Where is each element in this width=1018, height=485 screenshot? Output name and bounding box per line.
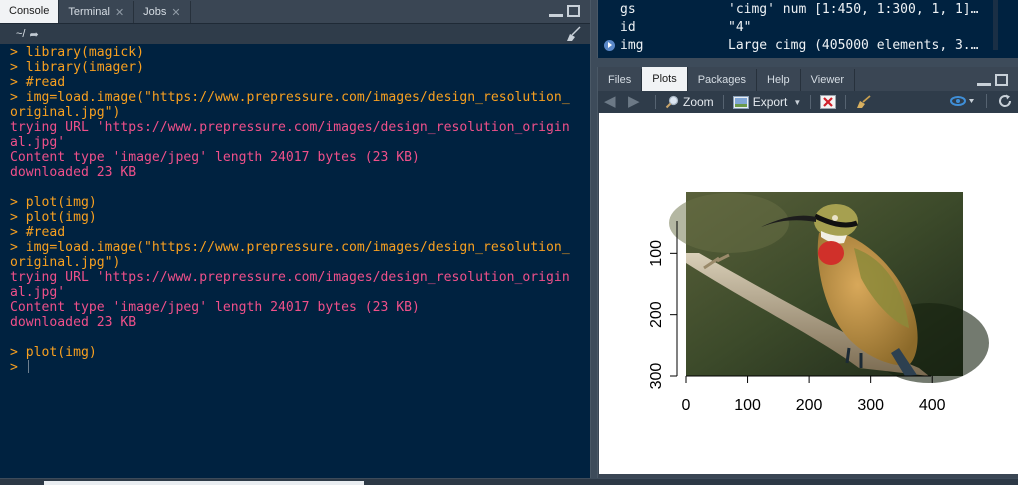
- export-label: Export: [752, 95, 788, 109]
- console-output[interactable]: > library(magick) > library(imager) > #rea…: [0, 44, 590, 375]
- minimize-icon[interactable]: [977, 74, 991, 86]
- x-tick-label: 200: [796, 397, 823, 414]
- tab-label: Files: [608, 74, 632, 86]
- plot-svg: 0 100 200 300 400 100 200 300: [648, 192, 989, 414]
- tab-console[interactable]: Console: [0, 0, 60, 23]
- plotted-image: [669, 192, 989, 383]
- back-arrow-icon[interactable]: ◀: [604, 94, 622, 109]
- console-output-line: downloaded 23 KB: [10, 315, 137, 330]
- y-tick-label: 200: [648, 301, 665, 328]
- status-strip: [0, 479, 1018, 485]
- status-strip-highlight: [44, 481, 364, 485]
- console-output-line: al.jpg': [10, 285, 66, 300]
- environment-pane: gs 'cimg' num [1:450, 1:300, 1, 1]… id "…: [597, 0, 1018, 58]
- minimize-icon[interactable]: [549, 5, 563, 17]
- clear-all-plots-icon[interactable]: [855, 95, 871, 109]
- console-output-line: downloaded 23 KB: [10, 165, 137, 180]
- y-axis-ticks: 100 200 300: [648, 240, 677, 389]
- x-tick-label: 300: [857, 397, 884, 414]
- console-output-line: Content type 'image/jpeg' length 24017 b…: [10, 150, 420, 165]
- tab-label: Packages: [697, 74, 747, 86]
- console-output-line: trying URL 'https://www.prepressure.com/…: [10, 120, 570, 135]
- console-output-line: al.jpg': [10, 135, 66, 150]
- tab-label: Plots: [652, 73, 677, 85]
- rstudio-window: Console Terminal ✕ Jobs ✕ ~/ ➦ > library…: [0, 0, 1018, 485]
- console-input-line: > library(magick): [10, 45, 145, 60]
- expand-icon[interactable]: [603, 39, 615, 51]
- tab-label: Console: [9, 5, 50, 17]
- console-output-line: Content type 'image/jpeg' length 24017 b…: [10, 300, 420, 315]
- text-cursor: [27, 360, 29, 373]
- env-var-value: 'cimg' num [1:450, 1:300, 1, 1]…: [728, 1, 979, 17]
- tab-label: Jobs: [143, 6, 167, 18]
- plot-viewer: 0 100 200 300 400 100 200 300: [599, 113, 1018, 474]
- y-tick-label: 300: [648, 363, 665, 390]
- x-tick-label: 0: [682, 397, 691, 414]
- image-icon: [732, 95, 749, 109]
- console-input-line: original.jpg"): [10, 255, 121, 270]
- tab-label: Viewer: [810, 74, 845, 86]
- magnifier-icon: [665, 95, 679, 109]
- close-icon[interactable]: ✕: [171, 6, 180, 19]
- tab-label: Terminal: [68, 6, 110, 18]
- env-row-img[interactable]: img Large cimg (405000 elements, 3.…: [598, 36, 1018, 54]
- console-pane: Console Terminal ✕ Jobs ✕ ~/ ➦ > library…: [0, 0, 591, 478]
- env-var-name: id: [620, 19, 636, 35]
- tab-jobs[interactable]: Jobs ✕: [134, 1, 191, 23]
- tab-packages[interactable]: Packages: [688, 69, 758, 91]
- tab-help[interactable]: Help: [757, 69, 801, 91]
- console-input-line: > plot(img): [10, 195, 97, 210]
- console-input-line: > plot(img): [10, 345, 97, 360]
- tab-viewer[interactable]: Viewer: [801, 69, 856, 91]
- console-input-line: > #read: [10, 75, 66, 90]
- x-tick-label: 400: [919, 397, 946, 414]
- console-tabbar: Console Terminal ✕ Jobs ✕: [0, 0, 590, 24]
- pane-controls: [977, 74, 1008, 86]
- maximize-icon[interactable]: [567, 5, 580, 17]
- chevron-down-icon: ▼: [793, 97, 802, 107]
- console-input-line: > library(imager): [10, 60, 145, 75]
- y-tick-label: 100: [648, 240, 665, 267]
- export-button[interactable]: Export ▼: [732, 95, 802, 109]
- working-directory-bar: ~/ ➦: [0, 24, 590, 44]
- console-input-line: > plot(img): [10, 210, 97, 225]
- working-directory-path: ~/: [16, 28, 26, 40]
- clear-console-icon[interactable]: [564, 26, 582, 42]
- env-var-value: "4": [728, 19, 752, 35]
- env-row-id[interactable]: id "4": [598, 18, 1018, 36]
- env-var-value: Large cimg (405000 elements, 3.…: [728, 37, 979, 53]
- env-var-name: gs: [620, 1, 636, 17]
- maximize-icon[interactable]: [995, 74, 1008, 86]
- remove-plot-icon[interactable]: [820, 95, 837, 109]
- go-to-directory-icon[interactable]: ➦: [29, 28, 38, 41]
- forward-arrow-icon[interactable]: ▶: [628, 94, 646, 109]
- env-var-name: img: [620, 37, 644, 53]
- pane-controls: [549, 5, 580, 17]
- console-prompt[interactable]: >: [10, 360, 590, 375]
- tab-plots[interactable]: Plots: [642, 67, 688, 91]
- console-input-line: > img=load.image("https://www.prepressur…: [10, 90, 570, 105]
- prompt-symbol: >: [10, 360, 18, 375]
- close-icon[interactable]: ✕: [115, 6, 124, 19]
- x-tick-label: 100: [734, 397, 761, 414]
- console-output-line: trying URL 'https://www.prepressure.com/…: [10, 270, 570, 285]
- env-scrollbar[interactable]: [993, 0, 998, 50]
- console-input-line: > img=load.image("https://www.prepressur…: [10, 240, 570, 255]
- publish-icon[interactable]: [949, 94, 975, 108]
- plots-toolbar: ◀ ▶ Zoom Export ▼: [598, 91, 1018, 113]
- tab-files[interactable]: Files: [598, 69, 643, 91]
- plots-pane: Files Plots Packages Help Viewer ◀ ▶ Zoo…: [597, 67, 1018, 478]
- zoom-label: Zoom: [683, 95, 714, 109]
- console-input-line: > #read: [10, 225, 66, 240]
- tab-label: Help: [767, 74, 790, 86]
- zoom-button[interactable]: Zoom: [665, 95, 714, 109]
- x-axis-ticks: 0 100 200 300 400: [682, 376, 946, 414]
- console-input-line: original.jpg"): [10, 105, 121, 120]
- env-row-gs[interactable]: gs 'cimg' num [1:450, 1:300, 1, 1]…: [598, 0, 1018, 18]
- plots-tabbar: Files Plots Packages Help Viewer: [598, 67, 1018, 91]
- refresh-icon[interactable]: [998, 94, 1012, 108]
- tab-terminal[interactable]: Terminal ✕: [59, 1, 135, 23]
